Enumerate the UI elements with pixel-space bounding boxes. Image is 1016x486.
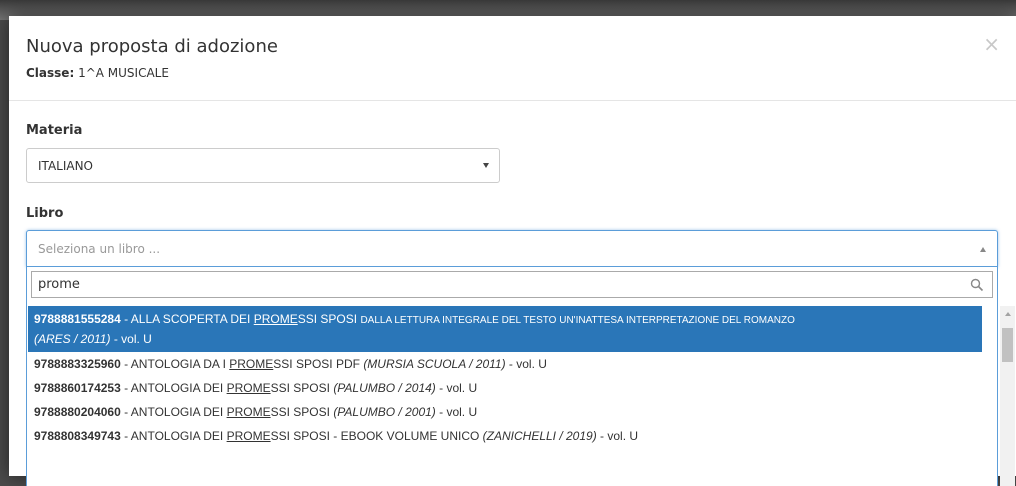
result-publisher: (PALUMBO / 2014) [333,381,436,395]
scrollbar-thumb[interactable] [1002,328,1013,362]
result-title: ALLA SCOPERTA DEI [130,312,254,326]
result-subtitle: DALLA LETTURA INTEGRALE DEL TESTO UN'INA… [360,315,795,326]
result-title: ANTOLOGIA DEI [130,429,227,443]
result-title: ANTOLOGIA DEI [130,381,227,395]
materia-selected-value: ITALIANO [38,159,94,173]
result-isbn: 9788880204060 [34,405,121,419]
modal-header: Nuova proposta di adozione Classe: 1^A M… [9,16,1016,101]
result-volume: - vol. U [505,357,547,371]
result-match-highlight: PROME [226,381,271,395]
result-volume: - vol. U [435,405,478,419]
libro-placeholder: Seleziona un libro ... [38,242,161,256]
scroll-up-arrow-icon[interactable] [1005,312,1011,316]
results-scrollbar[interactable] [1000,306,1015,486]
class-info: Classe: 1^A MUSICALE [26,66,169,80]
result-title: SSI SPOSI - EBOOK VOLUME UNICO [270,429,483,443]
libro-select[interactable]: Seleziona un libro ... [26,230,998,267]
results-list: 9788881555284 - ALLA SCOPERTA DEI PROMES… [28,306,982,448]
result-separator: - [120,381,131,395]
chevron-down-icon [483,163,489,168]
result-isbn: 9788883325960 [34,357,121,371]
result-title: SSI SPOSI [297,312,361,326]
materia-label: Materia [26,123,83,138]
result-item-1[interactable]: 9788881555284 - ALLA SCOPERTA DEI PROMES… [28,306,982,352]
class-label: Classe: [26,66,75,80]
result-match-highlight: PROME [253,312,298,326]
result-separator: - [120,429,131,443]
result-title: ANTOLOGIA DEI [130,405,227,419]
result-item-3[interactable]: 9788860174253 - ANTOLOGIA DEI PROMESSI S… [28,376,982,400]
modal-title: Nuova proposta di adozione [26,36,278,57]
class-value: 1^A MUSICALE [78,66,169,80]
libro-label: Libro [26,206,64,221]
result-volume: - vol. U [110,332,152,346]
book-search-box[interactable] [31,271,993,298]
result-match-highlight: PROME [226,405,271,419]
materia-select[interactable]: ITALIANO [26,148,500,183]
result-title: SSI SPOSI [270,405,334,419]
result-match-highlight: PROME [226,429,271,443]
adoption-modal: Nuova proposta di adozione Classe: 1^A M… [9,16,1016,486]
result-publisher: (MURSIA SCUOLA / 2011) [363,357,506,371]
result-item-5[interactable]: 9788808349743 - ANTOLOGIA DEI PROMESSI S… [28,424,982,448]
result-separator: - [120,312,131,326]
search-icon [970,278,984,292]
result-isbn: 9788808349743 [34,429,121,443]
chevron-up-icon [980,247,986,252]
result-publisher: (ZANICHELLI / 2019) [482,429,597,443]
result-item-4[interactable]: 9788880204060 - ANTOLOGIA DEI PROMESSI S… [28,400,982,424]
result-volume: - vol. U [596,429,639,443]
result-separator: - [120,357,131,371]
result-title: ANTOLOGIA DA I [130,357,230,371]
result-match-highlight: PROME [229,357,274,371]
result-publisher: (ARES / 2011) [34,332,111,346]
result-volume: - vol. U [435,381,478,395]
result-separator: - [120,405,131,419]
result-publisher: (PALUMBO / 2001) [333,405,436,419]
close-icon[interactable]: × [983,34,1000,54]
book-search-input[interactable] [38,275,958,294]
result-title: SSI SPOSI [270,381,334,395]
result-isbn: 9788881555284 [34,312,121,326]
result-item-2[interactable]: 9788883325960 - ANTOLOGIA DA I PROMESSI … [28,352,982,376]
result-title: SSI SPOSI PDF [273,357,364,371]
libro-dropdown: 9788881555284 - ALLA SCOPERTA DEI PROMES… [26,267,1015,486]
result-isbn: 9788860174253 [34,381,121,395]
